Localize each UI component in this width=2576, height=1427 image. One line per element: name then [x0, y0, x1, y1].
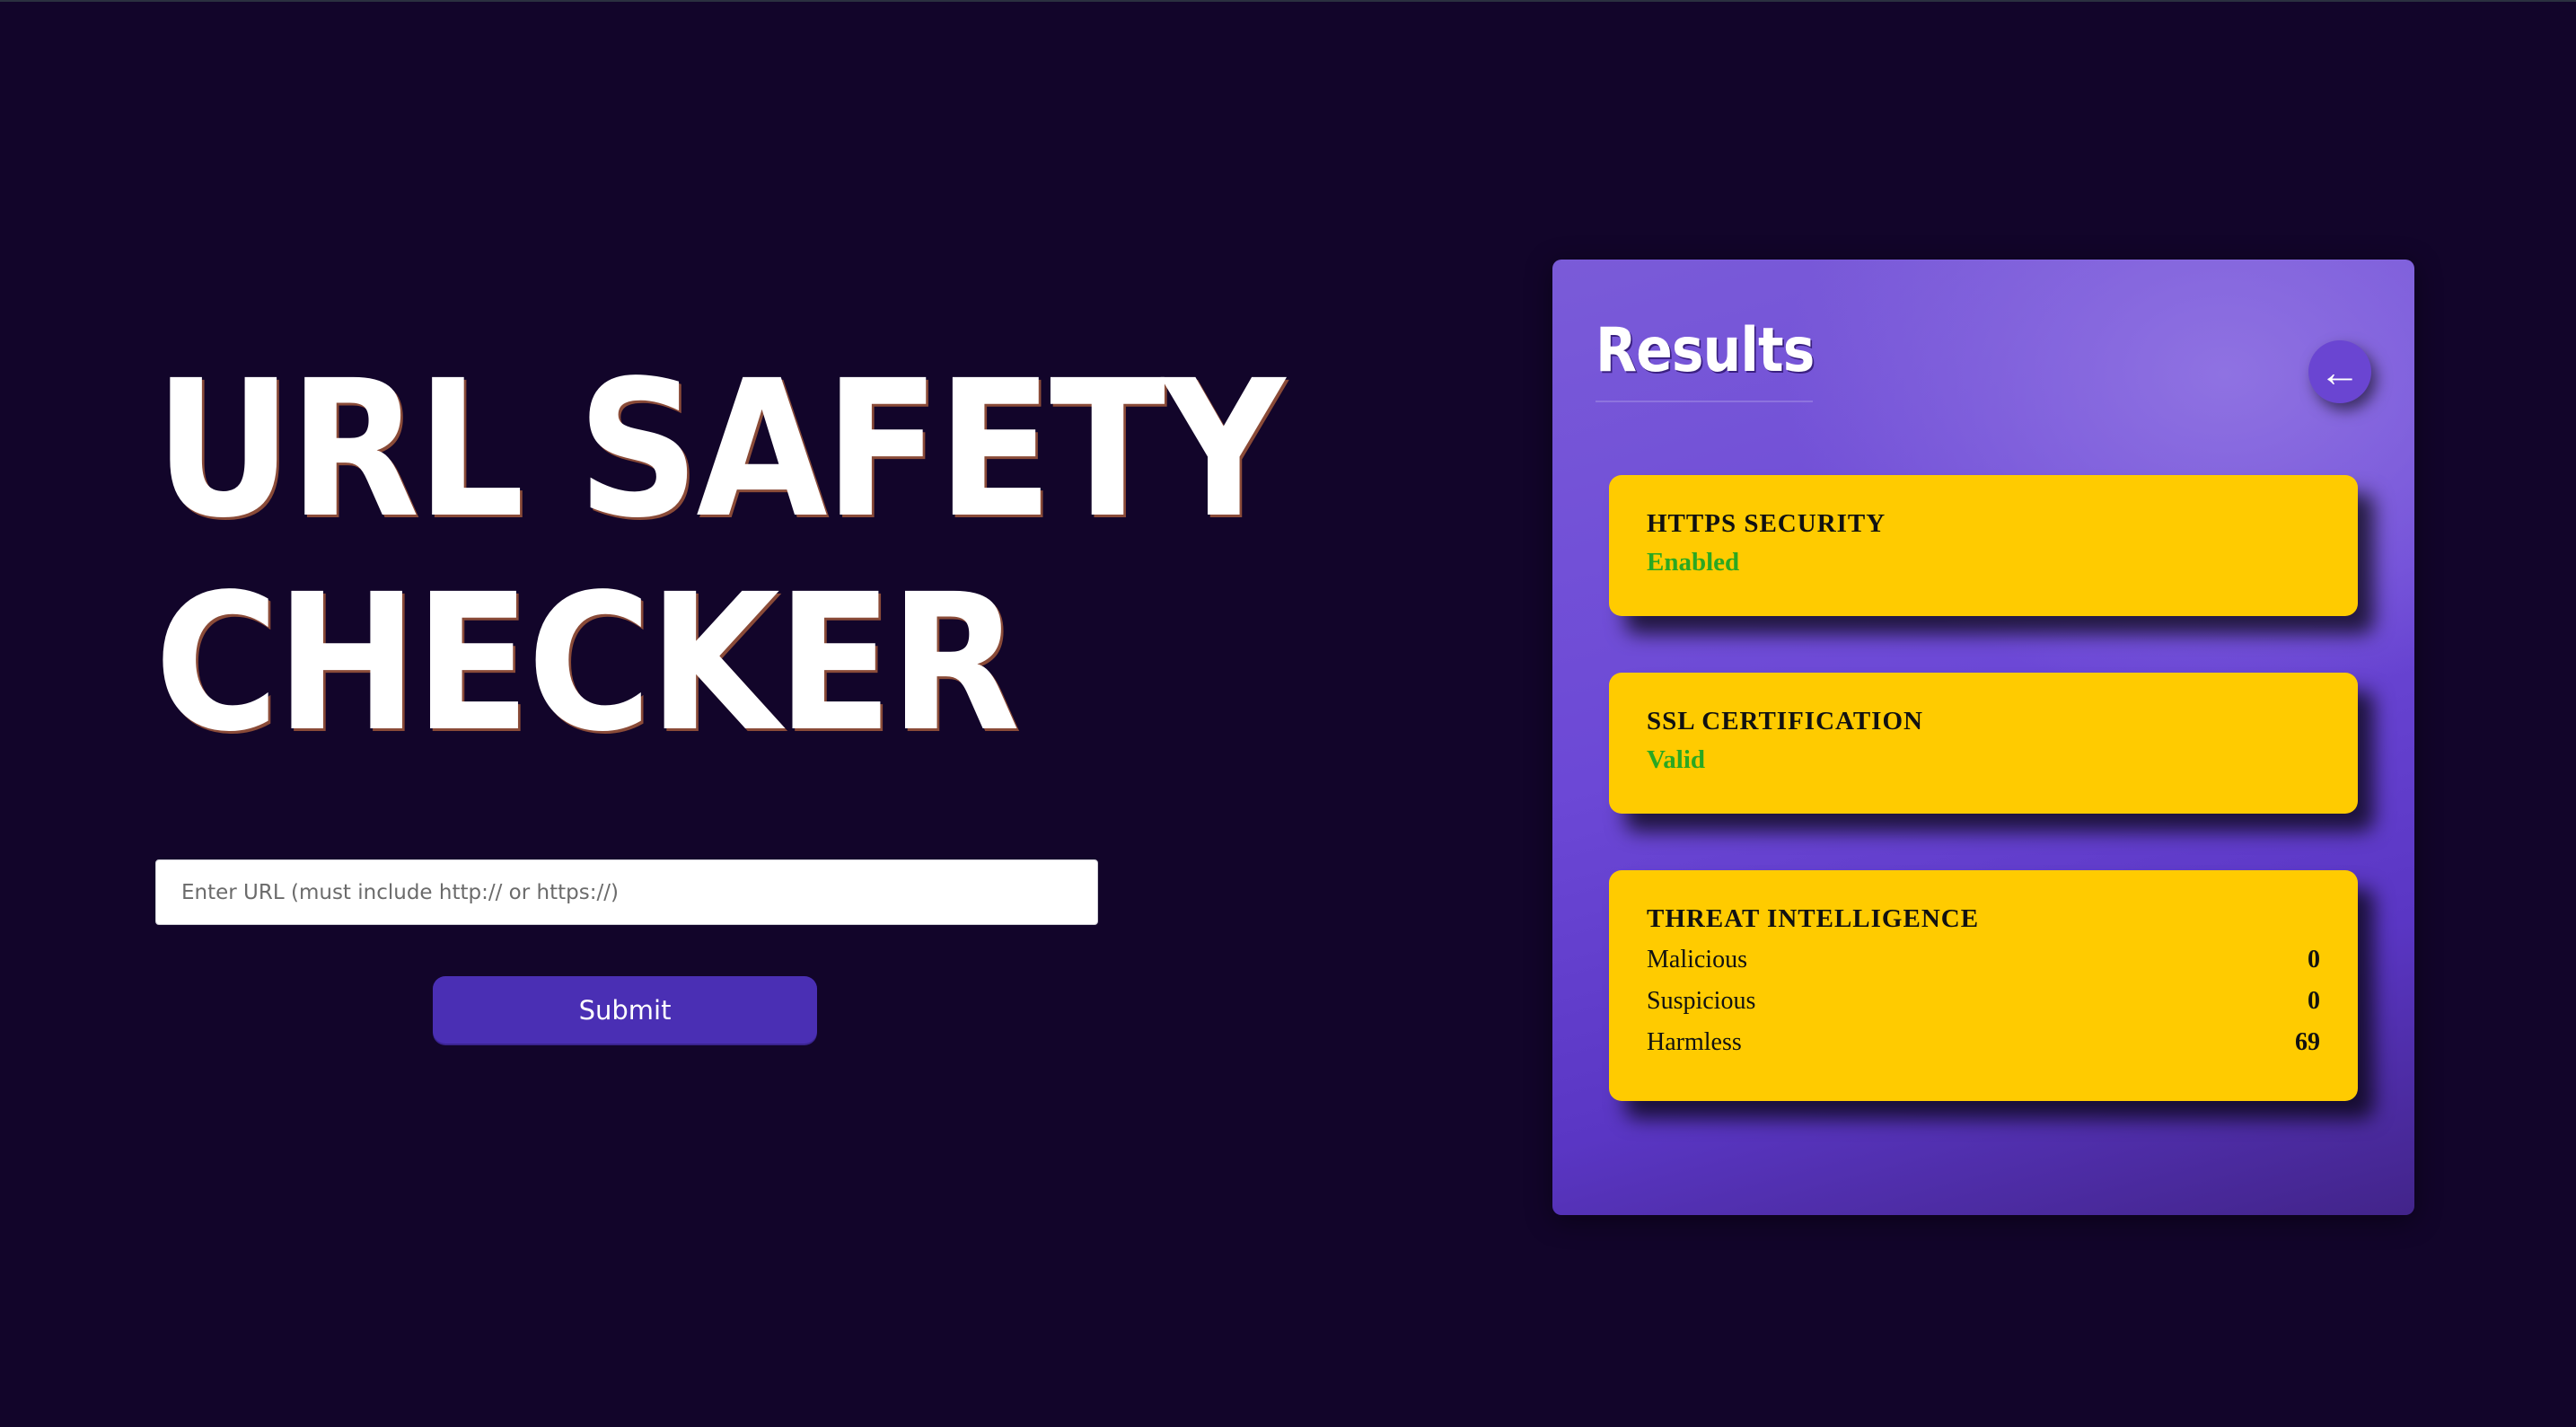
results-title-divider [1596, 401, 1813, 402]
stat-row-suspicious: Suspicious 0 [1647, 986, 2320, 1017]
threat-intelligence-heading: THREAT INTELLIGENCE [1647, 904, 1980, 933]
stat-value: 0 [2308, 946, 2320, 973]
ssl-certification-status: Valid [1647, 745, 1706, 774]
url-input[interactable] [155, 859, 1098, 925]
back-arrow-icon[interactable]: ← [2308, 340, 2371, 403]
stat-row-malicious: Malicious 0 [1647, 945, 2320, 975]
https-security-heading: HTTPS SECURITY [1647, 509, 1886, 538]
results-title: Results [1596, 315, 1815, 386]
https-security-card: HTTPS SECURITY Enabled [1609, 475, 2358, 616]
stat-row-harmless: Harmless 69 [1647, 1027, 2320, 1058]
stat-label: Malicious [1647, 946, 1747, 973]
stat-value: 69 [2295, 1028, 2320, 1056]
threat-intelligence-card: THREAT INTELLIGENCE Malicious 0 Suspicio… [1609, 870, 2358, 1101]
https-security-status: Enabled [1647, 548, 1740, 577]
ssl-certification-heading: SSL CERTIFICATION [1647, 707, 1923, 736]
results-panel: Results ← HTTPS SECURITY Enabled SSL CER… [1552, 260, 2414, 1215]
page-title-line-2: CHECKER [154, 553, 1020, 773]
page-title-line-1: URL SAFETY [154, 339, 1285, 559]
submit-button[interactable]: Submit [433, 976, 817, 1044]
stat-label: Suspicious [1647, 987, 1756, 1015]
page-title: URL SAFETY CHECKER [154, 339, 1285, 773]
stat-label: Harmless [1647, 1028, 1742, 1056]
stat-value: 0 [2308, 987, 2320, 1015]
ssl-certification-card: SSL CERTIFICATION Valid [1609, 673, 2358, 814]
